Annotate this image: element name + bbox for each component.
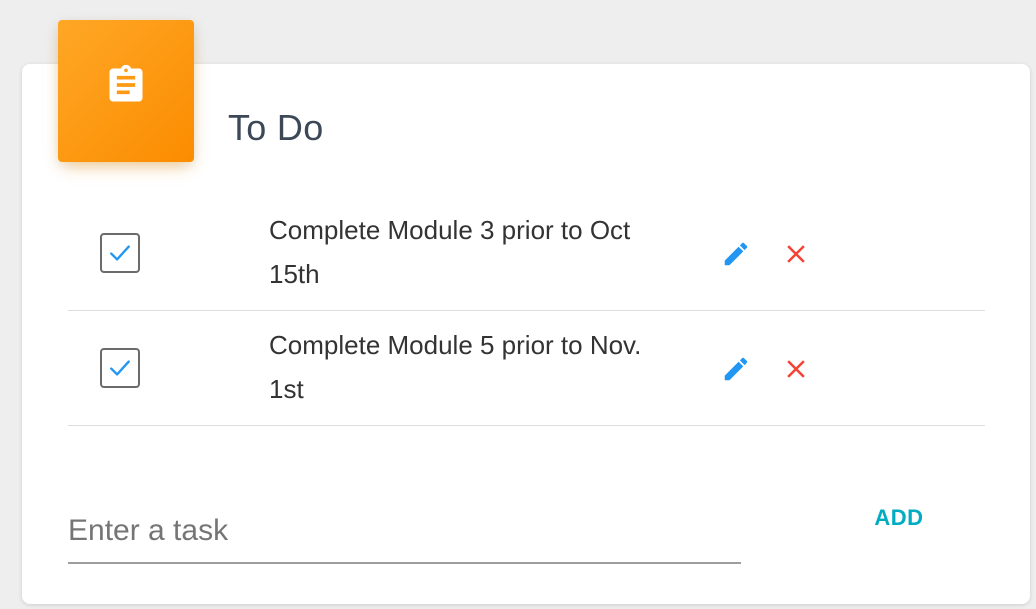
task-row: Complete Module 5 prior to Nov. 1st (68, 311, 985, 426)
pencil-icon (724, 357, 748, 381)
edit-task-button[interactable] (720, 353, 752, 385)
clipboard-icon (109, 64, 143, 102)
close-icon (787, 245, 805, 263)
close-icon (787, 360, 805, 378)
edit-task-button[interactable] (720, 238, 752, 270)
new-task-input[interactable] (68, 500, 741, 564)
card-header-badge (58, 20, 194, 162)
task-text: Complete Module 5 prior to Nov. 1st (269, 330, 642, 404)
card-title: To Do (228, 107, 324, 148)
pencil-icon (724, 242, 748, 266)
delete-task-button[interactable] (780, 353, 812, 385)
checkmark-icon (110, 360, 130, 376)
task-checkbox[interactable] (100, 233, 140, 273)
task-row: Complete Module 3 prior to Oct 15th (68, 196, 985, 311)
add-task-button[interactable]: ADD (858, 496, 940, 540)
checkmark-icon (110, 245, 130, 261)
delete-task-button[interactable] (780, 238, 812, 270)
task-checkbox[interactable] (100, 348, 140, 388)
task-text: Complete Module 3 prior to Oct 15th (269, 215, 631, 289)
